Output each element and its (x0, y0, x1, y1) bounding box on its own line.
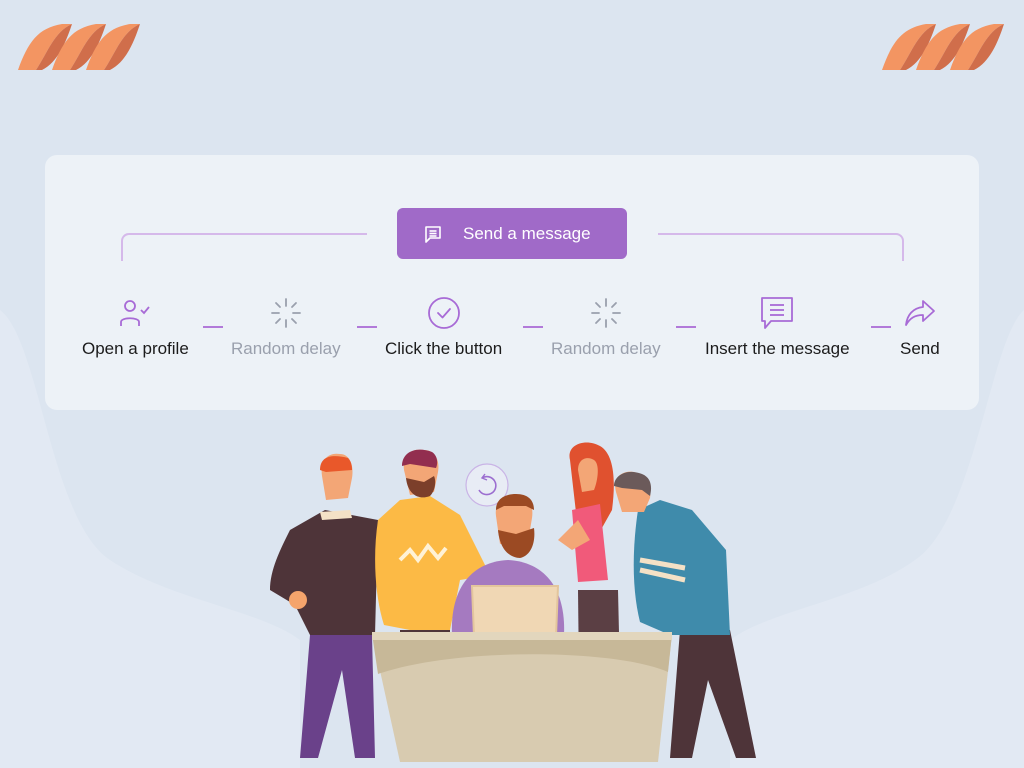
step-send: Send (900, 295, 940, 359)
step-label: Random delay (551, 339, 661, 358)
step-label: Open a profile (82, 339, 189, 358)
step-label: Send (900, 339, 940, 358)
brand-logo (18, 24, 140, 70)
step-connector (203, 326, 223, 328)
send-message-label: Send a message (463, 223, 591, 243)
step-connector (357, 326, 377, 328)
step-connector (523, 326, 543, 328)
loading-spinner-icon (590, 295, 622, 331)
step-connector (871, 326, 891, 328)
step-label: Insert the message (705, 339, 850, 358)
step-insert-message: Insert the message (705, 295, 850, 359)
message-icon (760, 295, 794, 331)
workflow-card: Send a message Open a profile Random del… (45, 155, 979, 410)
step-connector (676, 326, 696, 328)
step-open-profile: Open a profile (82, 295, 189, 359)
team-illustration (270, 442, 756, 762)
bracket-left (121, 233, 367, 261)
person-left (270, 453, 378, 758)
desk (372, 632, 672, 762)
send-message-button[interactable]: Send a message (397, 208, 627, 259)
step-label: Click the button (385, 339, 503, 358)
step-click-button: Click the button (385, 295, 502, 359)
check-circle-icon (427, 295, 461, 331)
bracket-right (658, 233, 904, 261)
message-icon (423, 224, 443, 244)
step-random-delay: Random delay (551, 295, 661, 359)
user-check-icon (118, 295, 152, 331)
brand-logo (882, 24, 1004, 70)
step-random-delay: Random delay (231, 295, 341, 359)
loading-spinner-icon (270, 295, 302, 331)
step-label: Random delay (231, 339, 341, 358)
share-arrow-icon (904, 295, 936, 331)
